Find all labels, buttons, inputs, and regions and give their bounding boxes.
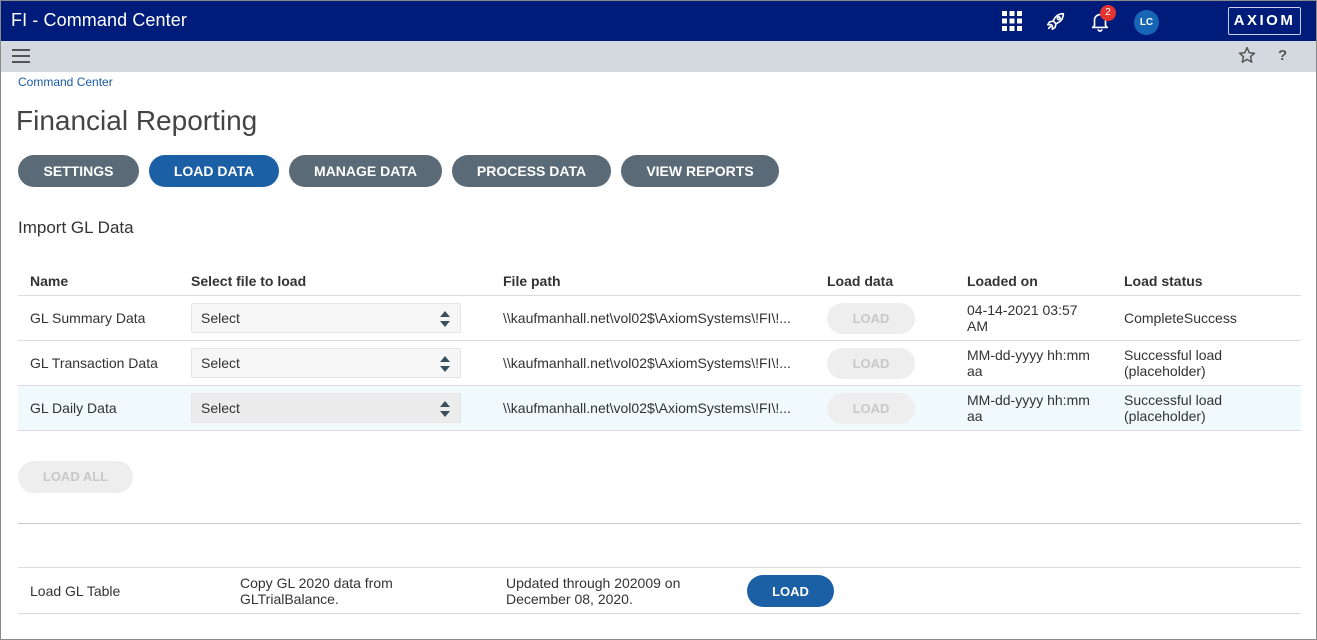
tab-process-data[interactable]: PROCESS DATA <box>452 155 611 187</box>
row-name: GL Daily Data <box>30 400 117 416</box>
row-name: GL Transaction Data <box>30 355 158 371</box>
page-title: Financial Reporting <box>16 105 258 136</box>
file-path: \\kaufmanhall.net\vol02$\AxiomSystems\!F… <box>503 355 791 371</box>
secondary-toolbar: ? <box>1 41 1316 72</box>
gl-table-description: Copy GL 2020 data from GLTrialBalance. <box>240 575 393 607</box>
header-status: Load status <box>1124 273 1203 289</box>
tab-bar: SETTINGS LOAD DATA MANAGE DATA PROCESS D… <box>18 155 779 187</box>
file-select-value: Select <box>201 400 240 416</box>
file-path: \\kaufmanhall.net\vol02$\AxiomSystems\!F… <box>503 310 791 326</box>
load-button[interactable]: LOAD <box>827 348 915 379</box>
load-button[interactable]: LOAD <box>827 303 915 334</box>
file-path: \\kaufmanhall.net\vol02$\AxiomSystems\!F… <box>503 400 791 416</box>
load-status: CompleteSuccess <box>1124 310 1237 326</box>
gl-table-updated: Updated through 202009 on December 08, 2… <box>506 575 681 607</box>
axiom-logo: AXIOM <box>1228 7 1301 35</box>
tab-manage-data[interactable]: MANAGE DATA <box>289 155 442 187</box>
top-bar: FI - Command Center 2 LC AXIOM <box>1 1 1316 41</box>
load-status: Successful load (placeholder) <box>1124 347 1223 379</box>
load-gl-table-row: Load GL Table Copy GL 2020 data from GLT… <box>18 567 1301 614</box>
table-row: GL Daily Data Select \\kaufmanhall.net\v… <box>18 386 1301 431</box>
app-title: FI - Command Center <box>11 10 187 30</box>
loaded-on: MM-dd-yyyy hh:mm aa <box>967 392 1090 424</box>
header-load: Load data <box>827 273 894 289</box>
load-button[interactable]: LOAD <box>827 393 915 424</box>
notification-badge: 2 <box>1100 5 1116 21</box>
hamburger-icon[interactable] <box>12 49 30 63</box>
file-select[interactable]: Select <box>191 393 461 423</box>
header-loaded-on: Loaded on <box>967 273 1038 289</box>
user-avatar[interactable]: LC <box>1134 10 1159 35</box>
header-name: Name <box>30 273 69 289</box>
table-row: GL Transaction Data Select \\kaufmanhall… <box>18 341 1301 386</box>
header-select: Select file to load <box>191 273 307 289</box>
gl-load-button[interactable]: LOAD <box>747 575 834 607</box>
header-path: File path <box>503 273 561 289</box>
rocket-icon[interactable] <box>1044 1 1068 41</box>
table-row: GL Summary Data Select \\kaufmanhall.net… <box>18 296 1301 341</box>
select-arrows-icon <box>440 311 450 327</box>
load-all-button[interactable]: LOAD ALL <box>18 461 133 493</box>
row-name: GL Summary Data <box>30 310 146 326</box>
loaded-on: 04-14-2021 03:57 AM <box>967 302 1078 334</box>
gl-table-label: Load GL Table <box>30 583 121 599</box>
file-select-value: Select <box>201 355 240 371</box>
table-header: Name Select file to load File path Load … <box>18 267 1301 296</box>
section-divider <box>18 523 1301 524</box>
import-table: Name Select file to load File path Load … <box>18 267 1301 431</box>
loaded-on: MM-dd-yyyy hh:mm aa <box>967 347 1090 379</box>
select-arrows-icon <box>440 356 450 372</box>
star-icon[interactable] <box>1238 46 1256 69</box>
tab-load-data[interactable]: LOAD DATA <box>149 155 279 187</box>
breadcrumb[interactable]: Command Center <box>18 75 113 89</box>
apps-grid-icon[interactable] <box>1000 1 1024 41</box>
select-arrows-icon <box>440 401 450 417</box>
file-select[interactable]: Select <box>191 303 461 333</box>
file-select-value: Select <box>201 310 240 326</box>
help-icon[interactable]: ? <box>1278 47 1287 64</box>
load-status: Successful load (placeholder) <box>1124 392 1223 424</box>
section-title: Import GL Data <box>18 218 134 237</box>
tab-settings[interactable]: SETTINGS <box>18 155 139 187</box>
file-select[interactable]: Select <box>191 348 461 378</box>
tab-view-reports[interactable]: VIEW REPORTS <box>621 155 779 187</box>
